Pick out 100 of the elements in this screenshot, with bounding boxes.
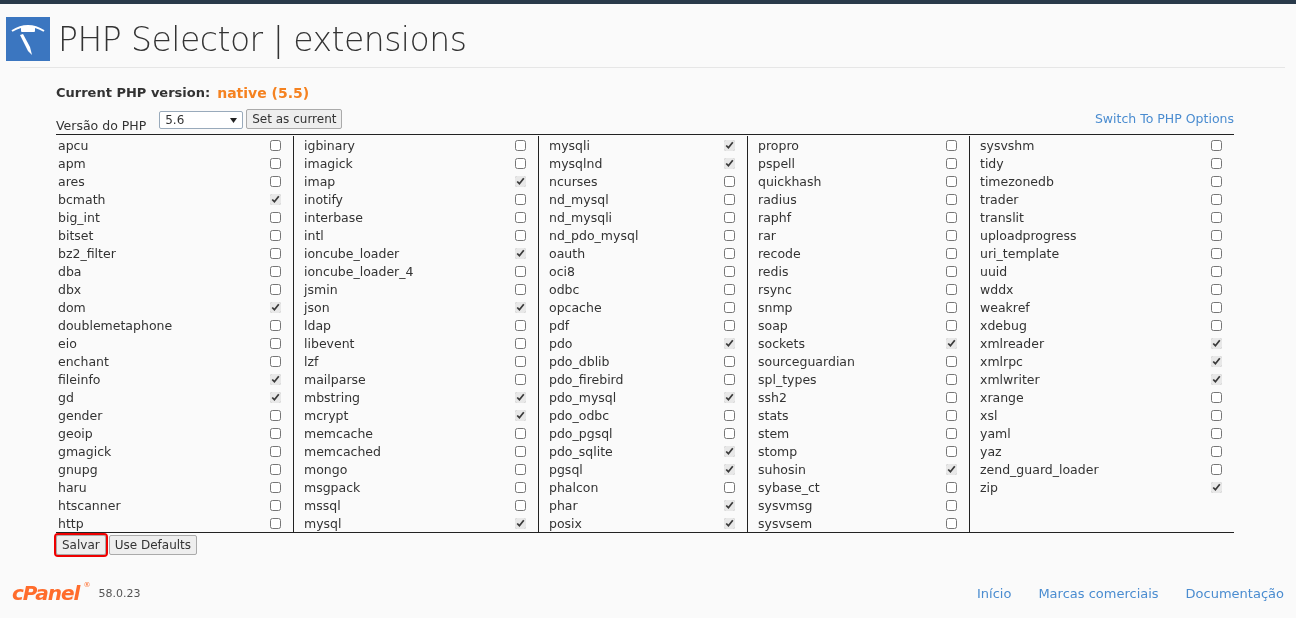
extension-checkbox[interactable]: [515, 337, 526, 349]
extension-checkbox[interactable]: [515, 463, 526, 475]
extension-checkbox[interactable]: [724, 319, 735, 331]
extension-checkbox[interactable]: [270, 445, 281, 457]
extension-checkbox[interactable]: [270, 211, 281, 223]
extension-checkbox[interactable]: [515, 247, 526, 259]
extension-checkbox[interactable]: [515, 373, 526, 385]
extension-checkbox[interactable]: [946, 355, 957, 367]
extension-checkbox[interactable]: [515, 427, 526, 439]
extension-checkbox[interactable]: [946, 139, 957, 151]
extension-checkbox[interactable]: [270, 301, 281, 313]
extension-checkbox[interactable]: [724, 445, 735, 457]
extension-checkbox[interactable]: [1211, 355, 1222, 367]
defaults-button[interactable]: Use Defaults: [108, 535, 198, 555]
extension-checkbox[interactable]: [515, 139, 526, 151]
switch-options-link[interactable]: Switch To PHP Options: [1094, 111, 1234, 126]
extension-checkbox[interactable]: [946, 229, 957, 241]
extension-checkbox[interactable]: [270, 463, 281, 475]
extension-checkbox[interactable]: [724, 427, 735, 439]
extension-checkbox[interactable]: [515, 265, 526, 277]
extension-checkbox[interactable]: [270, 355, 281, 367]
extension-checkbox[interactable]: [515, 193, 526, 205]
extension-checkbox[interactable]: [270, 265, 281, 277]
extension-checkbox[interactable]: [515, 319, 526, 331]
extension-checkbox[interactable]: [724, 247, 735, 259]
extension-checkbox[interactable]: [270, 391, 281, 403]
extension-checkbox[interactable]: [270, 499, 281, 511]
extension-checkbox[interactable]: [946, 463, 957, 475]
extension-checkbox[interactable]: [946, 391, 957, 403]
extension-checkbox[interactable]: [1211, 463, 1222, 475]
extension-checkbox[interactable]: [1211, 211, 1222, 223]
extension-checkbox[interactable]: [724, 337, 735, 349]
version-dropdown[interactable]: 5.6: [159, 111, 244, 129]
extension-checkbox[interactable]: [270, 319, 281, 331]
extension-checkbox[interactable]: [724, 157, 735, 169]
extension-checkbox[interactable]: [270, 517, 281, 529]
extension-checkbox[interactable]: [724, 499, 735, 511]
extension-checkbox[interactable]: [270, 139, 281, 151]
extension-checkbox[interactable]: [1211, 481, 1222, 493]
extension-checkbox[interactable]: [270, 481, 281, 493]
extension-checkbox[interactable]: [724, 139, 735, 151]
footer-link[interactable]: Marcas comerciais: [1038, 585, 1159, 601]
extension-checkbox[interactable]: [1211, 409, 1222, 421]
extension-checkbox[interactable]: [1211, 391, 1222, 403]
extension-checkbox[interactable]: [1211, 337, 1222, 349]
extension-checkbox[interactable]: [515, 157, 526, 169]
extension-checkbox[interactable]: [946, 157, 957, 169]
extension-checkbox[interactable]: [724, 463, 735, 475]
extension-checkbox[interactable]: [724, 229, 735, 241]
extension-checkbox[interactable]: [515, 283, 526, 295]
extension-checkbox[interactable]: [946, 301, 957, 313]
extension-checkbox[interactable]: [946, 265, 957, 277]
extension-checkbox[interactable]: [270, 337, 281, 349]
extension-checkbox[interactable]: [1211, 157, 1222, 169]
extension-checkbox[interactable]: [946, 409, 957, 421]
extension-checkbox[interactable]: [1211, 175, 1222, 187]
extension-checkbox[interactable]: [515, 211, 526, 223]
extension-checkbox[interactable]: [270, 373, 281, 385]
extension-checkbox[interactable]: [724, 193, 735, 205]
extension-checkbox[interactable]: [1211, 427, 1222, 439]
extension-checkbox[interactable]: [724, 391, 735, 403]
extension-checkbox[interactable]: [515, 391, 526, 403]
extension-checkbox[interactable]: [724, 211, 735, 223]
extension-checkbox[interactable]: [946, 175, 957, 187]
extension-checkbox[interactable]: [724, 265, 735, 277]
extension-checkbox[interactable]: [946, 247, 957, 259]
extension-checkbox[interactable]: [946, 427, 957, 439]
extension-checkbox[interactable]: [724, 481, 735, 493]
extension-checkbox[interactable]: [515, 355, 526, 367]
extension-checkbox[interactable]: [270, 229, 281, 241]
extension-checkbox[interactable]: [946, 373, 957, 385]
extension-checkbox[interactable]: [946, 337, 957, 349]
extension-checkbox[interactable]: [515, 499, 526, 511]
extension-checkbox[interactable]: [1211, 319, 1222, 331]
extension-checkbox[interactable]: [946, 517, 957, 529]
extension-checkbox[interactable]: [1211, 265, 1222, 277]
extension-checkbox[interactable]: [724, 517, 735, 529]
extension-checkbox[interactable]: [1211, 193, 1222, 205]
extension-checkbox[interactable]: [1211, 139, 1222, 151]
extension-checkbox[interactable]: [515, 229, 526, 241]
extension-checkbox[interactable]: [946, 499, 957, 511]
extension-checkbox[interactable]: [946, 193, 957, 205]
extension-checkbox[interactable]: [270, 409, 281, 421]
extension-checkbox[interactable]: [515, 517, 526, 529]
extension-checkbox[interactable]: [1211, 373, 1222, 385]
extension-checkbox[interactable]: [724, 373, 735, 385]
extension-checkbox[interactable]: [270, 427, 281, 439]
set-current-button[interactable]: Set as current: [246, 109, 343, 129]
extension-checkbox[interactable]: [1211, 445, 1222, 457]
extension-checkbox[interactable]: [270, 247, 281, 259]
extension-checkbox[interactable]: [946, 211, 957, 223]
extension-checkbox[interactable]: [515, 481, 526, 493]
extension-checkbox[interactable]: [724, 301, 735, 313]
extension-checkbox[interactable]: [1211, 283, 1222, 295]
extension-checkbox[interactable]: [515, 445, 526, 457]
extension-checkbox[interactable]: [270, 193, 281, 205]
extension-checkbox[interactable]: [270, 283, 281, 295]
extension-checkbox[interactable]: [724, 355, 735, 367]
extension-checkbox[interactable]: [724, 175, 735, 187]
extension-checkbox[interactable]: [946, 481, 957, 493]
